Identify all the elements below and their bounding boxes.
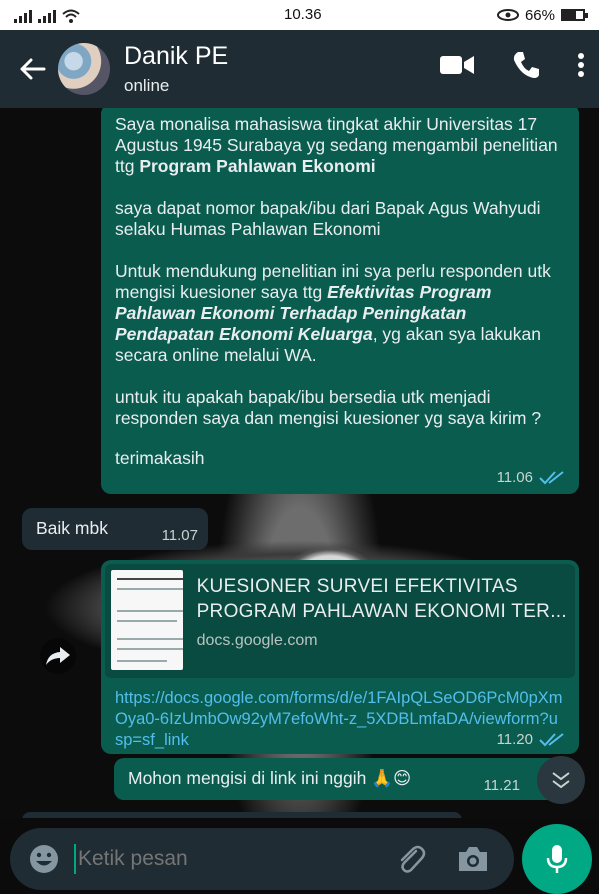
eye-comfort-icon [496, 9, 519, 21]
voice-message-button[interactable] [522, 824, 592, 894]
scroll-to-bottom-button[interactable] [537, 756, 585, 804]
signal-icon-2 [38, 10, 56, 23]
avatar[interactable] [58, 43, 110, 95]
outgoing-link-message[interactable]: KUESIONER SURVEI EFEKTIVITAS PROGRAM PAH… [101, 560, 579, 754]
message-time: 11.21 [483, 777, 520, 794]
contact-name: Danik PE [124, 42, 229, 70]
wifi-icon [62, 9, 80, 23]
message-meta: 11.20 [497, 729, 565, 750]
message-time: 11.07 [161, 527, 198, 544]
double-check-icon [539, 732, 564, 746]
battery-icon [561, 9, 588, 21]
battery-percent: 66% [524, 6, 555, 24]
signal-indicators [14, 7, 80, 23]
status-bar: 10.36 66% [0, 0, 599, 30]
outgoing-message[interactable]: Mohon mengisi di link ini nggih 🙏😊 11.21 [114, 758, 560, 800]
message-input-container[interactable] [10, 828, 514, 890]
camera-icon[interactable] [456, 845, 490, 873]
compose-bar [0, 818, 599, 894]
link-preview-title: KUESIONER SURVEI EFEKTIVITAS PROGRAM PAH… [196, 576, 567, 622]
back-button[interactable] [8, 45, 56, 93]
double-check-icon [539, 470, 564, 484]
forward-button[interactable] [40, 638, 76, 674]
contact-info[interactable]: Danik PE online [124, 42, 228, 96]
message-paragraph: untuk itu apakah bapak/ibu bersedia utk … [115, 387, 542, 428]
message-paragraph: Untuk mendukung penelitian ini sya perlu… [115, 261, 551, 365]
chat-area[interactable]: Saya monalisa mahasiswa tingkat akhir Un… [0, 108, 599, 818]
emoji-icon[interactable] [28, 843, 60, 875]
chat-header: Danik PE online [0, 30, 599, 108]
clock: 10.36 [284, 6, 322, 23]
back-arrow-icon [20, 58, 46, 80]
message-text: Mohon mengisi di link ini nggih 🙏😊 [128, 768, 412, 788]
link-preview-domain: docs.google.com [196, 632, 318, 649]
message-paragraph: saya dapat nomor bapak/ibu dari Bapak Ag… [115, 198, 541, 239]
message-paragraph: Saya monalisa mahasiswa tingkat akhir Un… [115, 114, 558, 176]
text-cursor [74, 844, 76, 874]
double-chevron-down-icon [552, 772, 570, 789]
more-options-icon[interactable] [577, 52, 585, 78]
message-meta: 11.07 [162, 525, 198, 546]
message-input[interactable] [78, 847, 338, 871]
outgoing-message[interactable]: Saya monalisa mahasiswa tingkat akhir Un… [101, 108, 579, 494]
message-time: 11.06 [496, 469, 533, 486]
message-time: 11.20 [496, 731, 533, 748]
message-paragraph: terimakasih [115, 448, 205, 468]
voice-call-icon[interactable] [511, 50, 541, 80]
link-preview[interactable]: KUESIONER SURVEI EFEKTIVITAS PROGRAM PAH… [105, 564, 575, 678]
message-meta: 11.21 [484, 775, 520, 796]
signal-icon [14, 10, 32, 23]
message-text: Baik mbk [36, 518, 108, 538]
forward-icon [46, 647, 70, 665]
mic-icon [546, 845, 568, 873]
bold-text: Program Pahlawan Ekonomi [139, 156, 376, 176]
message-meta: 11.06 [497, 467, 565, 488]
attach-icon[interactable] [394, 843, 428, 877]
contact-status: online [124, 76, 170, 95]
incoming-message[interactable]: Baik mbk 11.07 [22, 508, 208, 550]
video-call-icon[interactable] [439, 54, 475, 76]
link-preview-thumbnail [111, 570, 183, 670]
